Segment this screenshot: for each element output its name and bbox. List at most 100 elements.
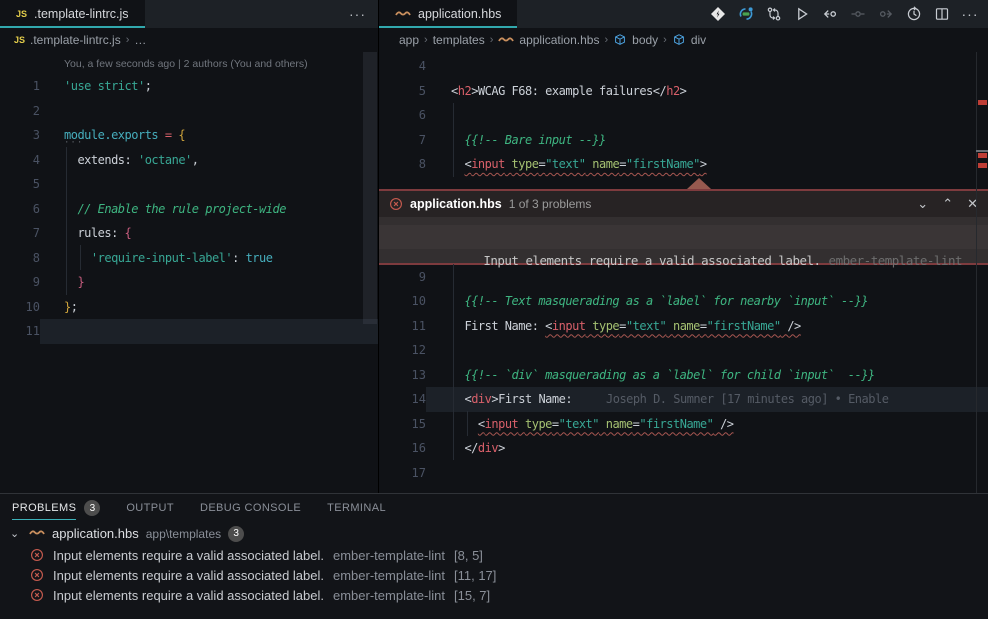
code-line-8[interactable]: 8 'require-input-label': true: [0, 246, 378, 271]
code-line-17[interactable]: 17: [379, 461, 988, 486]
code-line-5[interactable]: 5<h2>WCAG F68: example failures</h2>: [379, 79, 988, 104]
code-line-5[interactable]: 5: [0, 172, 378, 197]
code-line-15[interactable]: 15 <input type="text" name="firstName" /…: [379, 412, 988, 437]
chevron-down-icon[interactable]: ⌄: [917, 196, 928, 212]
run-icon[interactable]: [790, 3, 814, 25]
scrollbar[interactable]: [363, 52, 377, 324]
breadcrumb-app[interactable]: app: [399, 33, 419, 47]
code-line-9[interactable]: 9 }: [0, 270, 378, 295]
line-number: 4: [379, 54, 426, 79]
panel-tab-label: DEBUG CONSOLE: [200, 496, 301, 520]
code-line-6[interactable]: 6: [379, 103, 988, 128]
panel-tab-debug-console[interactable]: DEBUG CONSOLE: [200, 494, 301, 522]
code-line-11[interactable]: 11 First Name: <input type="text" name="…: [379, 314, 988, 339]
breadcrumb-rest[interactable]: …: [134, 33, 146, 47]
previous-change-icon[interactable]: [818, 3, 842, 25]
tab-application-hbs[interactable]: application.hbs: [379, 0, 517, 28]
problem-message: Input elements require a valid associate…: [53, 568, 324, 583]
breadcrumb-templates[interactable]: templates: [433, 33, 485, 47]
code-line-8[interactable]: 8 <input type="text" name="firstName">: [379, 152, 988, 177]
line-number: 16: [379, 436, 426, 461]
file-history-icon[interactable]: [902, 3, 926, 25]
problem-row[interactable]: Input elements require a valid associate…: [0, 545, 988, 565]
js-file-icon: JS: [14, 35, 25, 45]
line-number: 10: [379, 289, 426, 314]
editor-template-lintrc[interactable]: You, a few seconds ago | 2 authors (You …: [0, 52, 378, 493]
next-change-icon[interactable]: [874, 3, 898, 25]
peek-problem-row[interactable]: Input elements require a valid associate…: [379, 225, 988, 249]
problems-file-name: application.hbs: [52, 526, 139, 541]
indent-guide: [453, 103, 454, 177]
line-number: 14: [379, 387, 426, 412]
code-line-13[interactable]: 13 {{!-- `div` masquerading as a `label`…: [379, 363, 988, 388]
line-number: 12: [379, 338, 426, 363]
codelens-blame[interactable]: You, a few seconds ago | 2 authors (You …: [0, 54, 378, 74]
format-document-icon[interactable]: [706, 3, 730, 25]
line-number: 6: [0, 197, 40, 222]
breadcrumb-file[interactable]: .template-lintrc.js: [30, 33, 121, 47]
problems-peek-view: application.hbs 1 of 3 problems ⌄ ⌃ ✕ In…: [379, 189, 988, 265]
problems-file-path: app\templates: [146, 527, 221, 541]
code-line-11[interactable]: 11: [0, 319, 378, 344]
code-line-14[interactable]: 14 <div>First Name:Joseph D. Sumner [17 …: [379, 387, 988, 412]
code-line-10[interactable]: 10};: [0, 295, 378, 320]
code-line-6[interactable]: 6 // Enable the rule project-wide: [0, 197, 378, 222]
breadcrumb-application-hbs[interactable]: application.hbs: [519, 33, 599, 47]
code-line-4[interactable]: 4 extends: 'octane',: [0, 148, 378, 173]
line-number: 15: [379, 412, 426, 437]
problem-row[interactable]: Input elements require a valid associate…: [0, 565, 988, 585]
code-line-7[interactable]: 7 {{!-- Bare input --}}: [379, 128, 988, 153]
peek-header: application.hbs 1 of 3 problems ⌄ ⌃ ✕: [379, 191, 988, 217]
chevron-up-icon[interactable]: ⌃: [942, 196, 953, 212]
sync-icon[interactable]: [734, 3, 758, 25]
code-line-7[interactable]: 7 rules: {: [0, 221, 378, 246]
line-content: [426, 461, 988, 486]
breadcrumb-div[interactable]: div: [691, 33, 706, 47]
line-content: [40, 172, 378, 197]
error-icon: [30, 568, 44, 582]
code-line-12[interactable]: 12: [379, 338, 988, 363]
code-line-2[interactable]: 2: [0, 99, 378, 124]
tab-template-lintrc[interactable]: JS .template-lintrc.js: [0, 0, 145, 28]
line-content: First Name: <input type="text" name="fir…: [426, 314, 988, 339]
code-line-3[interactable]: 3module.exports = {···: [0, 123, 378, 148]
editor-group-left: JS .template-lintrc.js ··· JS .template-…: [0, 0, 378, 493]
editor-actions-more-icon[interactable]: ···: [349, 0, 366, 28]
problem-position: [15, 7]: [454, 588, 490, 603]
code-line-10[interactable]: 10 {{!-- Text masquerading as a `label` …: [379, 289, 988, 314]
line-content: [426, 54, 988, 79]
error-icon: [389, 197, 403, 211]
peek-arrow: [687, 178, 711, 189]
line-content: [426, 338, 988, 363]
editor-application-hbs[interactable]: 45<h2>WCAG F68: example failures</h2>67 …: [379, 52, 988, 493]
git-compare-icon[interactable]: [762, 3, 786, 25]
panel-tab-bar: PROBLEMS3 OUTPUT DEBUG CONSOLE TERMINAL: [0, 494, 988, 522]
changes-icon[interactable]: [846, 3, 870, 25]
panel-tab-terminal[interactable]: TERMINAL: [327, 494, 386, 522]
panel-tab-label: TERMINAL: [327, 496, 386, 520]
line-content: 'use strict';: [40, 74, 378, 99]
code-line-16[interactable]: 16 </div>: [379, 436, 988, 461]
symbol-cube-icon: [613, 33, 627, 48]
split-editor-icon[interactable]: [930, 3, 954, 25]
tab-bar-right: application.hbs: [379, 0, 988, 28]
indent-guide: [66, 147, 67, 295]
code-line-1[interactable]: 1'use strict';: [0, 74, 378, 99]
problem-position: [8, 5]: [454, 548, 483, 563]
problem-source: ember-template-lint: [333, 588, 445, 603]
line-content: };: [40, 295, 378, 320]
symbol-cube-icon: [672, 33, 686, 48]
panel-tab-problems[interactable]: PROBLEMS3: [12, 494, 100, 522]
line-content: <h2>WCAG F68: example failures</h2>: [426, 79, 988, 104]
problem-row[interactable]: Input elements require a valid associate…: [0, 585, 988, 605]
panel-tab-output[interactable]: OUTPUT: [126, 494, 174, 522]
code-line-4[interactable]: 4: [379, 54, 988, 79]
code-line-9[interactable]: 9: [379, 265, 988, 290]
indent-guide: [467, 411, 468, 436]
breadcrumb-body[interactable]: body: [632, 33, 658, 47]
overview-ruler[interactable]: [976, 52, 988, 493]
problems-file-row[interactable]: ⌄ application.hbs app\templates 3: [0, 522, 988, 545]
more-actions-icon[interactable]: ···: [958, 3, 982, 25]
chevron-down-icon[interactable]: ⌄: [10, 527, 22, 540]
chevron-right-icon: ›: [490, 34, 494, 46]
